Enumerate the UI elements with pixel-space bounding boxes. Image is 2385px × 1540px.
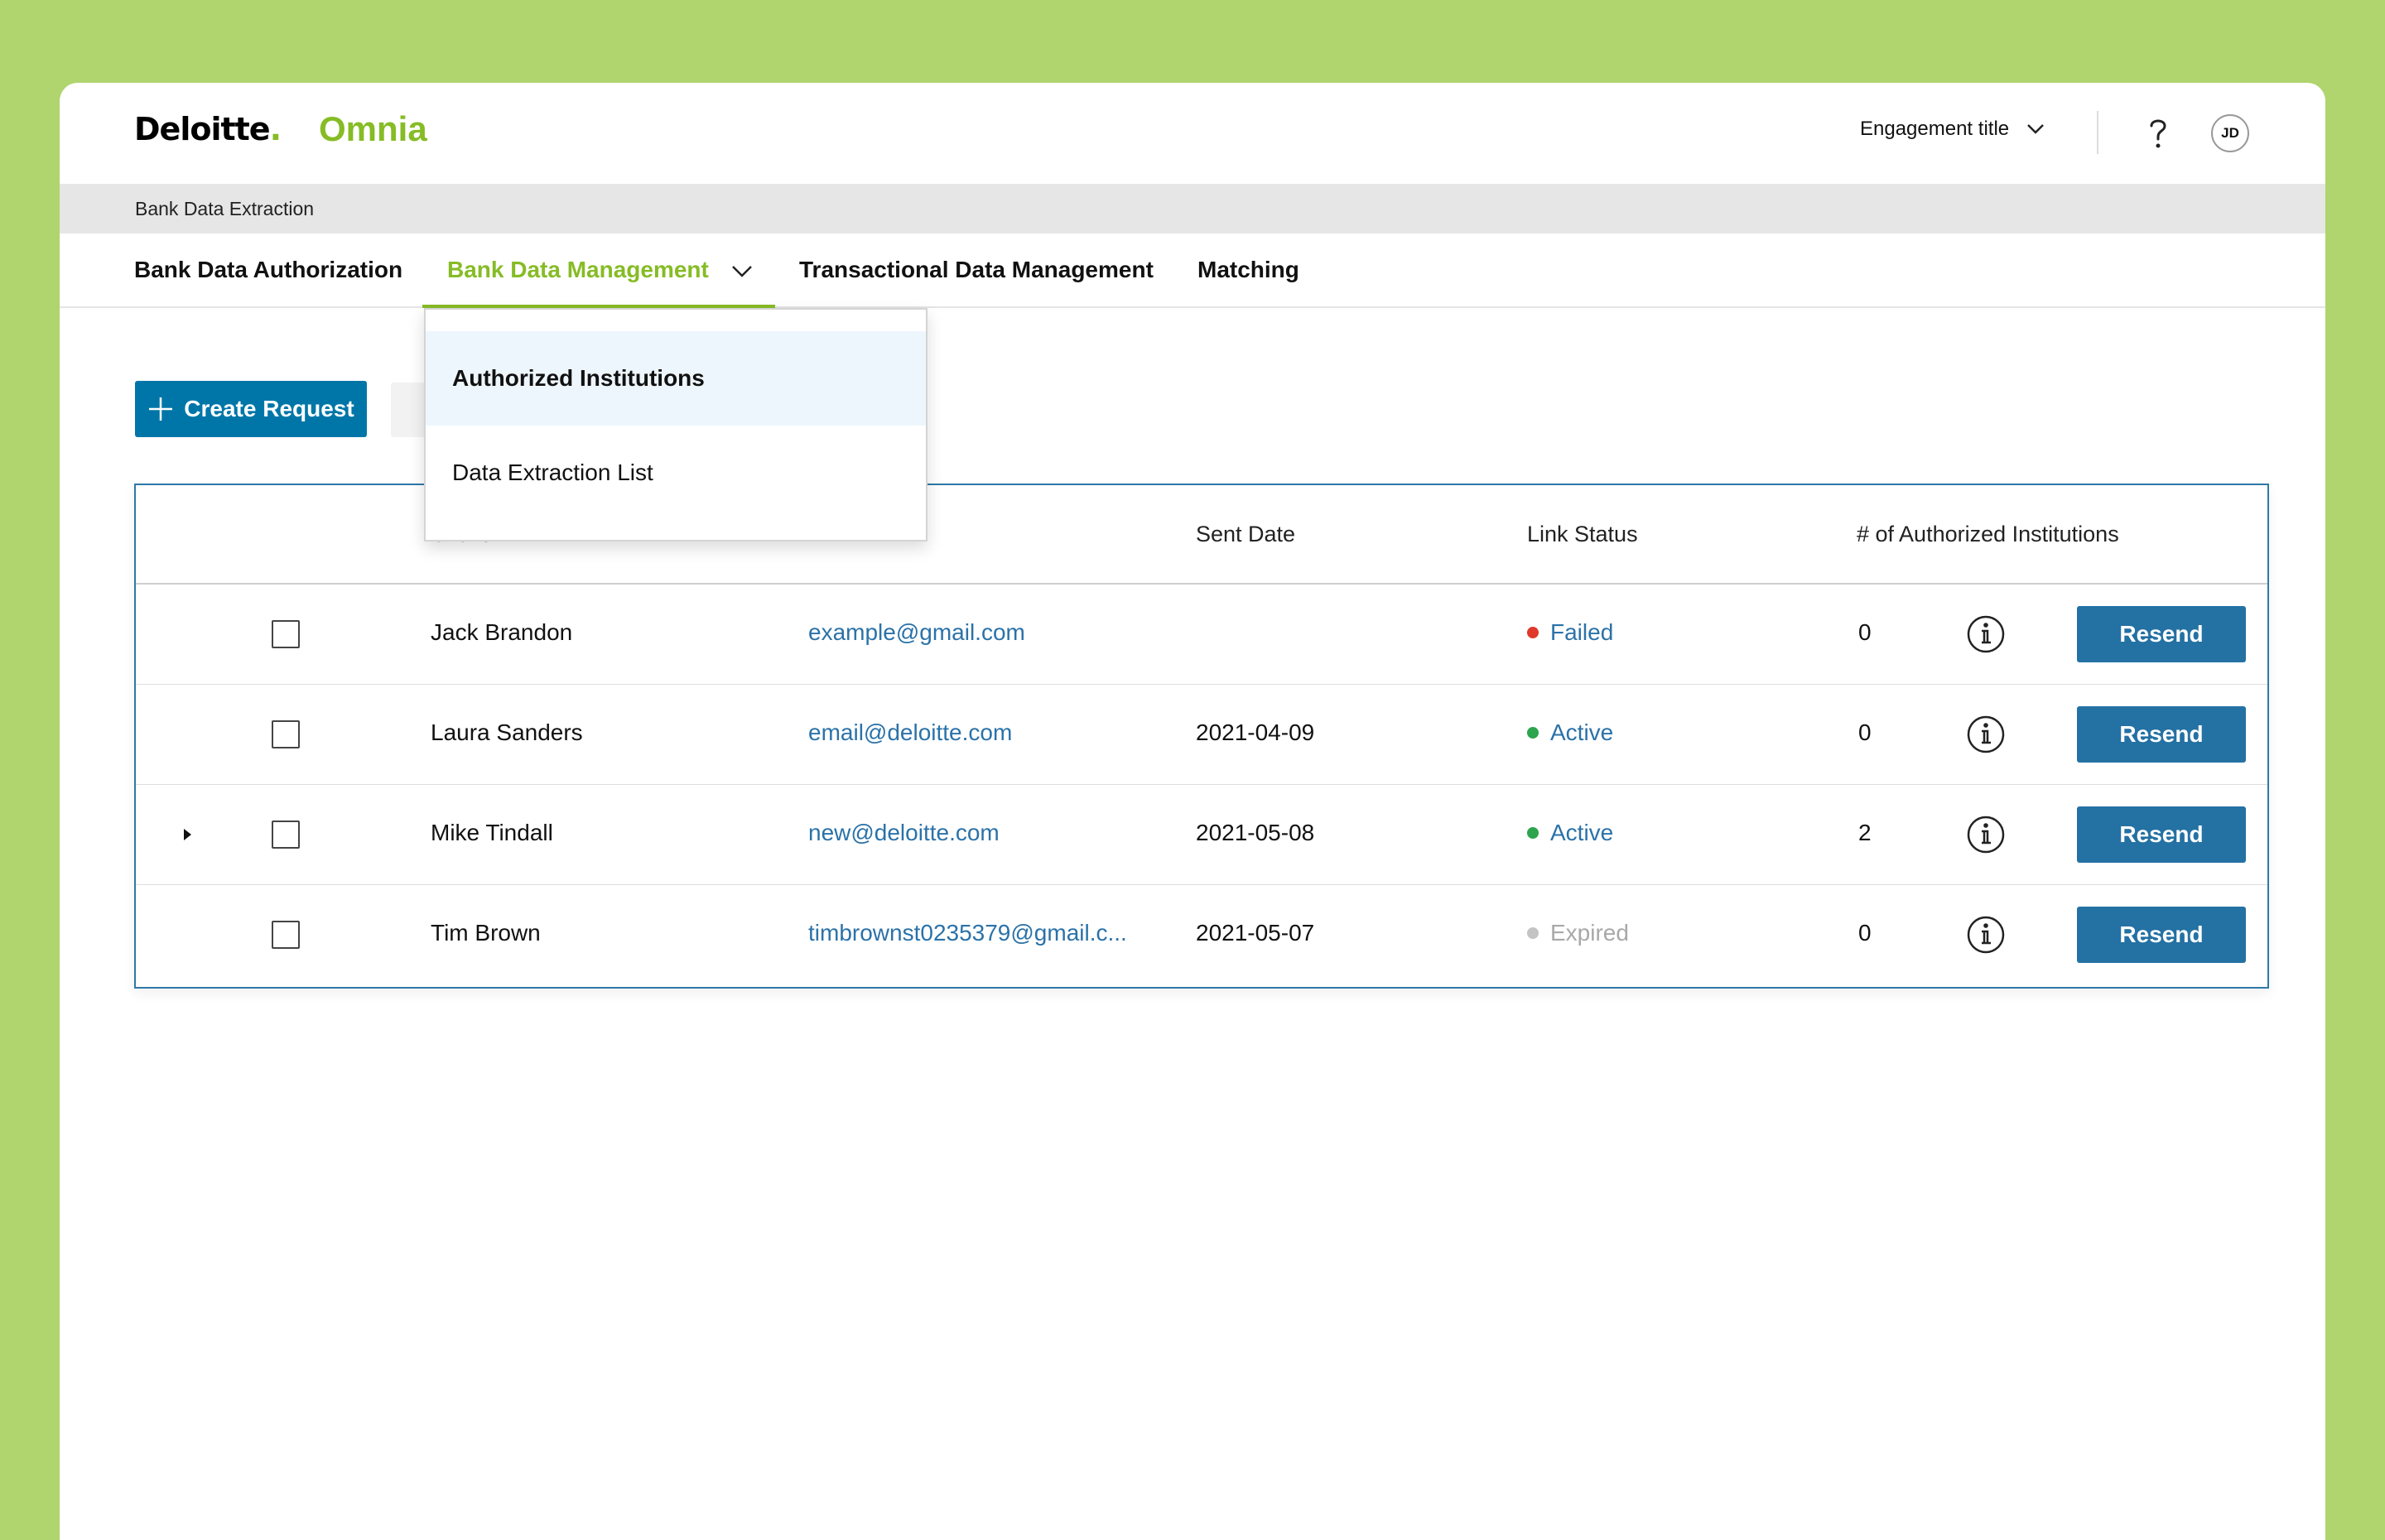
menu-item-label: Data Extraction List: [452, 460, 653, 485]
caret-right-icon[interactable]: [179, 825, 195, 845]
client-email[interactable]: timbrownst0235379@gmail.c...: [808, 920, 1127, 946]
avatar[interactable]: JD: [2211, 114, 2249, 152]
authorized-count: 0: [1858, 920, 1872, 946]
nav-tabs: Bank Data Authorization Bank Data Manage…: [60, 233, 2325, 308]
help-icon[interactable]: [2140, 114, 2176, 151]
resend-button[interactable]: Resend: [2077, 806, 2246, 863]
menu-item-data-extraction-list[interactable]: Data Extraction List: [426, 426, 926, 520]
link-status: Active: [1527, 820, 1613, 846]
resend-button[interactable]: Resend: [2077, 606, 2246, 662]
create-request-button[interactable]: Create Request: [135, 381, 367, 437]
tab-label: Matching: [1197, 257, 1299, 282]
tab-bank-data-authorization[interactable]: Bank Data Authorization: [134, 233, 402, 308]
engagement-label: Engagement title: [1860, 118, 2010, 140]
resend-button[interactable]: Resend: [2077, 907, 2246, 963]
client-name: Tim Brown: [431, 920, 541, 946]
client-name: Jack Brandon: [431, 619, 573, 645]
sent-date: 2021-04-09: [1196, 719, 1315, 745]
client-email[interactable]: email@deloitte.com: [808, 719, 1012, 746]
client-email[interactable]: new@deloitte.com: [808, 820, 1000, 846]
top-bar: Deloitte. Omnia Engagement title JD: [60, 83, 2325, 184]
tab-transactional-data-management[interactable]: Transactional Data Management: [799, 233, 1154, 308]
tab-bank-data-management[interactable]: Bank Data Management: [422, 233, 775, 308]
status-dot-active: [1527, 827, 1539, 839]
tab-matching[interactable]: Matching: [1197, 233, 1299, 308]
engagement-selector[interactable]: Engagement title: [1860, 118, 2045, 141]
client-email[interactable]: example@gmail.com: [808, 619, 1025, 646]
authorized-count: 0: [1858, 719, 1872, 745]
link-status: Active: [1527, 719, 1613, 746]
requests-table: Client Sent Date Link Status # of Author…: [134, 484, 2269, 989]
resend-button[interactable]: Resend: [2077, 706, 2246, 763]
tab-label: Transactional Data Management: [799, 257, 1154, 282]
row-checkbox[interactable]: [272, 620, 300, 648]
column-header-link-status[interactable]: Link Status: [1527, 522, 1638, 547]
link-status: Expired: [1527, 920, 1629, 946]
row-checkbox[interactable]: [272, 720, 300, 748]
tab-label: Bank Data Management: [447, 257, 709, 282]
info-icon[interactable]: [1966, 614, 2006, 654]
tab-label: Bank Data Authorization: [134, 257, 403, 282]
column-header-sent-date[interactable]: Sent Date: [1196, 522, 1295, 547]
status-text: Active: [1550, 719, 1614, 745]
sent-date: 2021-05-07: [1196, 920, 1315, 946]
info-icon[interactable]: [1966, 815, 2006, 854]
deloitte-logo: Deloitte.: [134, 111, 282, 147]
plus-icon: [149, 397, 173, 421]
authorized-count: 2: [1858, 820, 1872, 845]
breadcrumb-label: Bank Data Extraction: [135, 198, 315, 219]
table-row: Mike Tindall new@deloitte.com 2021-05-08…: [136, 785, 2267, 885]
create-request-label: Create Request: [184, 396, 354, 421]
chevron-down-icon: [731, 265, 752, 277]
status-dot-expired: [1527, 927, 1539, 939]
table-row: Jack Brandon example@gmail.com Failed 0 …: [136, 585, 2267, 685]
bank-data-management-menu: Authorized Institutions Data Extraction …: [424, 308, 928, 541]
sent-date: 2021-05-08: [1196, 820, 1315, 845]
omnia-logo: Omnia: [319, 109, 427, 148]
status-text: Failed: [1550, 619, 1614, 645]
status-text: Active: [1550, 820, 1614, 845]
breadcrumb: Bank Data Extraction: [60, 184, 2325, 233]
status-text: Expired: [1550, 920, 1629, 946]
info-icon[interactable]: [1966, 915, 2006, 955]
authorized-count: 0: [1858, 619, 1872, 645]
row-checkbox[interactable]: [272, 821, 300, 849]
status-dot-failed: [1527, 627, 1539, 638]
app-window: Deloitte. Omnia Engagement title JD Bank…: [60, 83, 2325, 1540]
column-header-authorized-institutions[interactable]: # of Authorized Institutions: [1857, 522, 2119, 547]
menu-item-label: Authorized Institutions: [452, 365, 705, 391]
table-row: Laura Sanders email@deloitte.com 2021-04…: [136, 685, 2267, 785]
client-name: Laura Sanders: [431, 719, 583, 745]
client-name: Mike Tindall: [431, 820, 553, 845]
info-icon[interactable]: [1966, 715, 2006, 754]
table-row: Tim Brown timbrownst0235379@gmail.c... 2…: [136, 885, 2267, 985]
link-status: Failed: [1527, 619, 1613, 646]
row-checkbox[interactable]: [272, 921, 300, 949]
chevron-down-icon: [2027, 124, 2045, 134]
menu-item-authorized-institutions[interactable]: Authorized Institutions: [426, 331, 926, 426]
avatar-initials: JD: [2221, 125, 2239, 141]
header-divider: [2097, 111, 2098, 154]
status-dot-active: [1527, 727, 1539, 739]
